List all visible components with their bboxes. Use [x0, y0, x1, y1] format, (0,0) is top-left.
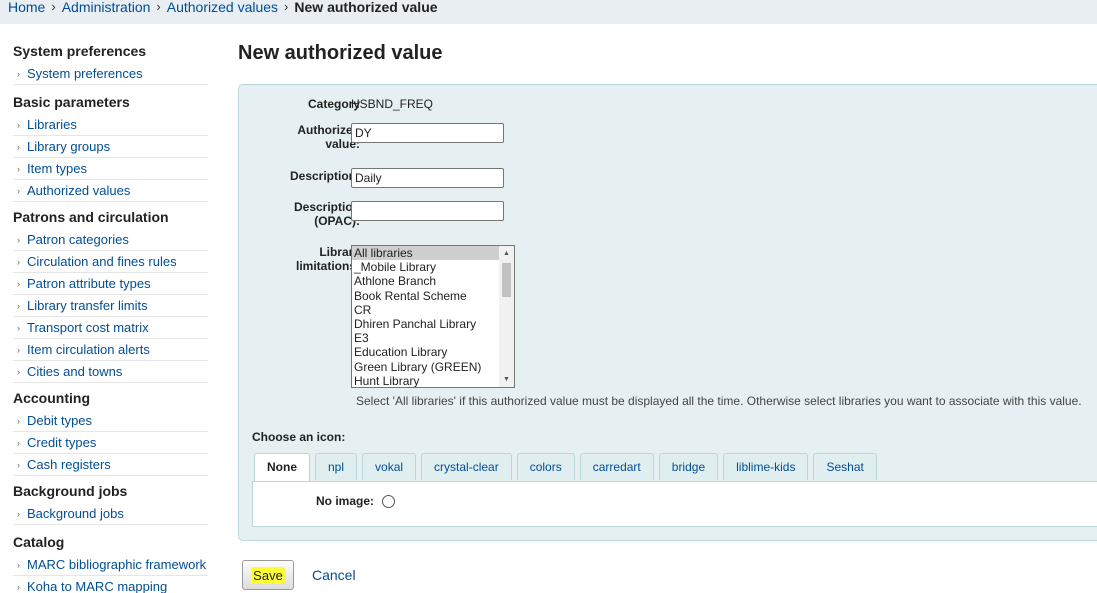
chevron-right-icon: ›	[17, 186, 20, 196]
library-option[interactable]: Education Library	[352, 345, 500, 359]
chevron-right-icon: ›	[17, 69, 20, 79]
sidebar-section-accounting: Accounting › Debit types › Credit types › C…	[0, 386, 215, 476]
sidebar-item-marc-bibliographic-framework[interactable]: › MARC bibliographic framework	[13, 554, 208, 576]
sidebar-section-system-preferences: System preferences › System preferences	[0, 39, 215, 85]
chevron-right-icon: ›	[17, 279, 20, 289]
tab-seshat[interactable]: Seshat	[813, 453, 877, 480]
breadcrumb-separator: ›	[284, 0, 289, 14]
breadcrumb-authorized-values-link[interactable]: Authorized values	[167, 0, 278, 14]
sidebar-section-background-jobs: Background jobs › Background jobs	[0, 479, 215, 525]
library-option[interactable]: E3	[352, 331, 500, 345]
chevron-right-icon: ›	[17, 560, 20, 570]
sidebar-item-cash-registers[interactable]: › Cash registers	[13, 454, 208, 476]
tab-crystal-clear[interactable]: crystal-clear	[421, 453, 512, 480]
sidebar-heading: System preferences	[13, 43, 147, 59]
admin-sidebar: System preferences › System preferences B…	[0, 24, 215, 593]
tab-vokal[interactable]: vokal	[362, 453, 417, 480]
save-button-label: Save	[251, 566, 285, 584]
chevron-right-icon: ›	[17, 235, 20, 245]
chevron-right-icon: ›	[17, 367, 20, 377]
sidebar-item-authorized-values[interactable]: › Authorized values	[13, 180, 208, 202]
sidebar-item-transport-cost-matrix[interactable]: › Transport cost matrix	[13, 317, 208, 339]
library-option[interactable]: Book Rental Scheme	[352, 289, 500, 303]
breadcrumb-administration-link[interactable]: Administration	[62, 0, 151, 14]
breadcrumb-separator: ›	[51, 0, 56, 14]
library-limitations-hint: Select 'All libraries' if this authorize…	[356, 394, 1082, 408]
authorized-value-form: Category HSBND_FREQ Authorizedvalue: Des…	[238, 84, 1097, 541]
library-limitations-select[interactable]: All libraries _Mobile Library Athlone Br…	[351, 245, 515, 388]
chevron-right-icon: ›	[17, 416, 20, 426]
sidebar-item-item-circulation-alerts[interactable]: › Item circulation alerts	[13, 339, 208, 361]
sidebar-item-patron-categories[interactable]: › Patron categories	[13, 229, 208, 251]
sidebar-item-circulation-fines-rules[interactable]: › Circulation and fines rules	[13, 251, 208, 273]
breadcrumb-home-link[interactable]: Home	[8, 0, 45, 14]
tab-liblime-kids[interactable]: liblime-kids	[723, 453, 809, 480]
sidebar-section-basic-parameters: Basic parameters › Libraries › Library gro…	[0, 90, 215, 202]
category-value: HSBND_FREQ	[351, 97, 434, 111]
icon-tabs: None npl vokal crystal-clear colors carr…	[254, 453, 882, 482]
no-image-label: No image:	[316, 494, 375, 508]
description-label: Description:	[289, 169, 360, 183]
sidebar-item-system-preferences[interactable]: › System preferences	[13, 63, 208, 85]
tab-none[interactable]: None	[254, 453, 310, 482]
scrollbar-thumb[interactable]	[502, 263, 511, 297]
sidebar-item-library-transfer-limits[interactable]: › Library transfer limits	[13, 295, 208, 317]
chevron-right-icon: ›	[17, 582, 20, 592]
listbox-scrollbar[interactable]: ▲ ▼	[499, 246, 514, 387]
icon-tab-panel: No image:	[252, 481, 1097, 527]
sidebar-section-catalog: Catalog › MARC bibliographic framework › K…	[0, 530, 215, 593]
sidebar-heading: Basic parameters	[13, 94, 130, 110]
authorized-value-input[interactable]	[351, 123, 504, 143]
sidebar-heading: Patrons and circulation	[13, 209, 169, 225]
chevron-right-icon: ›	[17, 257, 20, 267]
chevron-right-icon: ›	[17, 460, 20, 470]
chevron-right-icon: ›	[17, 323, 20, 333]
sidebar-item-item-types[interactable]: › Item types	[13, 158, 208, 180]
chevron-right-icon: ›	[17, 142, 20, 152]
sidebar-section-patrons-circulation: Patrons and circulation › Patron categori…	[0, 205, 215, 383]
sidebar-item-patron-attribute-types[interactable]: › Patron attribute types	[13, 273, 208, 295]
sidebar-item-library-groups[interactable]: › Library groups	[13, 136, 208, 158]
library-option[interactable]: Green Library (GREEN)	[352, 360, 500, 374]
choose-icon-label: Choose an icon:	[252, 430, 346, 444]
no-image-radio[interactable]	[382, 495, 395, 508]
breadcrumb-separator: ›	[156, 0, 161, 14]
chevron-right-icon: ›	[17, 164, 20, 174]
description-input[interactable]	[351, 168, 504, 188]
breadcrumb-current: New authorized value	[294, 0, 438, 15]
sidebar-heading: Catalog	[13, 534, 65, 550]
library-option[interactable]: _Mobile Library	[352, 260, 500, 274]
tab-colors[interactable]: colors	[516, 453, 575, 480]
scroll-down-arrow-icon[interactable]: ▼	[499, 372, 514, 387]
sidebar-heading: Background jobs	[13, 483, 128, 499]
sidebar-item-background-jobs[interactable]: › Background jobs	[13, 503, 208, 525]
library-option[interactable]: CR	[352, 303, 500, 317]
tab-bridge[interactable]: bridge	[658, 453, 719, 480]
library-option[interactable]: All libraries	[352, 246, 500, 261]
save-button[interactable]: Save	[242, 560, 294, 590]
description-opac-input[interactable]	[351, 201, 504, 221]
chevron-right-icon: ›	[17, 509, 20, 519]
page-title: New authorized value	[238, 42, 443, 64]
sidebar-item-debit-types[interactable]: › Debit types	[13, 410, 208, 432]
tab-carredart[interactable]: carredart	[579, 453, 654, 480]
scroll-up-arrow-icon[interactable]: ▲	[499, 246, 514, 261]
tab-npl[interactable]: npl	[315, 453, 358, 480]
library-option[interactable]: Athlone Branch	[352, 274, 500, 288]
sidebar-item-koha-marc-mapping[interactable]: › Koha to MARC mapping	[13, 576, 208, 593]
sidebar-heading: Accounting	[13, 390, 90, 406]
sidebar-item-libraries[interactable]: › Libraries	[13, 114, 208, 136]
chevron-right-icon: ›	[17, 438, 20, 448]
chevron-right-icon: ›	[17, 345, 20, 355]
sidebar-item-cities-towns[interactable]: › Cities and towns	[13, 361, 208, 383]
main-content: New authorized value Category HSBND_FREQ…	[238, 24, 1097, 593]
cancel-link[interactable]: Cancel	[312, 567, 356, 583]
chevron-right-icon: ›	[17, 120, 20, 130]
breadcrumb: Home › Administration › Authorized value…	[0, 0, 1097, 24]
library-option[interactable]: Hunt Library	[352, 374, 500, 387]
library-option[interactable]: Dhiren Panchal Library	[352, 317, 500, 331]
chevron-right-icon: ›	[17, 301, 20, 311]
sidebar-item-credit-types[interactable]: › Credit types	[13, 432, 208, 454]
